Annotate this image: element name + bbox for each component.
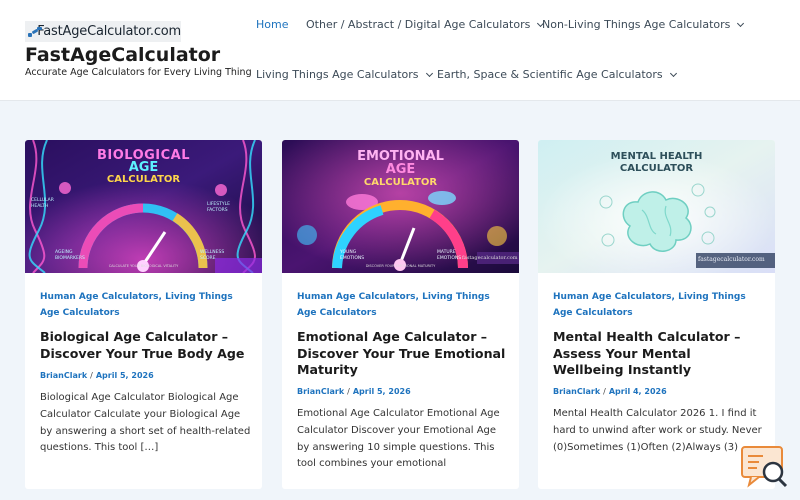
nav-item-label: Living Things Age Calculators: [256, 68, 419, 81]
post-date[interactable]: April 5, 2026: [353, 387, 411, 396]
thumb-watermark: fastagecalculator.com: [698, 256, 765, 263]
post-meta: BrianClark / April 5, 2026: [297, 387, 411, 396]
category-link[interactable]: Human Age Calculators: [297, 292, 416, 302]
thumbnail-title: MENTAL HEALTH CALCULATOR: [538, 151, 775, 175]
thumbnail-title: EMOTIONAL AGE CALCULATOR: [282, 150, 519, 189]
nav-living-things[interactable]: Living Things Age Calculators: [256, 68, 433, 81]
nav-non-living-things[interactable]: Non-Living Things Age Calculators: [542, 18, 745, 31]
thumb-label: CELLULAR HEALTH: [31, 198, 54, 209]
nav-home-label: Home: [256, 18, 289, 31]
thumb-footer: DISCOVER YOUR EMOTIONAL MATURITY: [365, 264, 436, 268]
post-author[interactable]: BrianClark: [40, 371, 87, 380]
chevron-down-icon: [669, 69, 677, 77]
nav-item-label: Non-Living Things Age Calculators: [542, 18, 731, 31]
thumb-line3: CALCULATOR: [106, 174, 181, 185]
thumbnail-title: BIOLOGICAL AGE CALCULATOR: [25, 149, 262, 186]
nav-home[interactable]: Home: [256, 18, 288, 31]
post-thumbnail[interactable]: EMOTIONAL AGE CALCULATOR YOUNG EMOTIONS …: [282, 140, 519, 273]
post-card: EMOTIONAL AGE CALCULATOR YOUNG EMOTIONS …: [282, 140, 519, 489]
post-title[interactable]: Mental Health Calculator – Assess Your M…: [553, 329, 765, 379]
post-categories: Human Age Calculators, Living Things Age…: [553, 292, 746, 318]
post-thumbnail[interactable]: MENTAL HEALTH CALCULATOR fastagecalculat…: [538, 140, 775, 273]
thumb-label: LIFESTYLE FACTORS: [207, 202, 230, 213]
nav-item-label: Earth, Space & Scientific Age Calculator…: [437, 68, 663, 81]
thumb-label: AGEING BIOMARKERS: [55, 250, 85, 261]
nav-other-abstract-digital[interactable]: Other / Abstract / Digital Age Calculato…: [306, 18, 545, 31]
post-excerpt: Biological Age Calculator Biological Age…: [40, 392, 251, 454]
thumb-line1: MENTAL HEALTH: [610, 151, 703, 162]
post-meta: BrianClark / April 4, 2026: [553, 387, 667, 396]
nav-earth-space-scientific[interactable]: Earth, Space & Scientific Age Calculator…: [437, 68, 677, 81]
thumb-footer: CALCULATE YOUR BIOLOGICAL VITALITY: [108, 264, 179, 268]
chat-search-icon[interactable]: [741, 446, 789, 488]
thumb-line2: AGE: [128, 160, 159, 175]
category-link[interactable]: Human Age Calculators: [553, 292, 672, 302]
post-excerpt: Mental Health Calculator 2026 1. I find …: [553, 408, 762, 453]
chevron-down-icon: [425, 69, 433, 77]
post-meta: BrianClark / April 5, 2026: [40, 371, 154, 380]
post-categories: Human Age Calculators, Living Things Age…: [40, 292, 233, 318]
post-title[interactable]: Emotional Age Calculator – Discover Your…: [297, 329, 509, 379]
site-tagline: Accurate Age Calculators for Every Livin…: [25, 67, 252, 78]
post-card: BIOLOGICAL AGE CALCULATOR CELLULAR HEALT…: [25, 140, 262, 489]
category-link[interactable]: Human Age Calculators: [40, 292, 159, 302]
post-author[interactable]: BrianClark: [553, 387, 600, 396]
site-title[interactable]: FastAgeCalculator: [25, 44, 220, 66]
thumb-line2: AGE: [385, 162, 416, 177]
post-thumbnail[interactable]: BIOLOGICAL AGE CALCULATOR CELLULAR HEALT…: [25, 140, 262, 273]
site-header: FastAgeCalculator.com FastAgeCalculator …: [0, 0, 800, 101]
post-title[interactable]: Biological Age Calculator – Discover You…: [40, 329, 252, 362]
post-date[interactable]: April 4, 2026: [609, 387, 667, 396]
chevron-down-icon: [737, 19, 745, 27]
post-date[interactable]: April 5, 2026: [96, 371, 154, 380]
post-card: MENTAL HEALTH CALCULATOR fastagecalculat…: [538, 140, 775, 489]
nav-item-label: Other / Abstract / Digital Age Calculato…: [306, 18, 531, 31]
post-excerpt: Emotional Age Calculator Emotional Age C…: [297, 408, 500, 470]
logo-text: FastAgeCalculator.com: [37, 24, 181, 39]
post-categories: Human Age Calculators, Living Things Age…: [297, 292, 490, 318]
site-logo[interactable]: FastAgeCalculator.com: [25, 21, 181, 42]
post-author[interactable]: BrianClark: [297, 387, 344, 396]
logo-chart-icon: [28, 26, 42, 38]
thumb-watermark: fastagecalculator.com: [462, 255, 518, 261]
thumb-line3: CALCULATOR: [363, 177, 438, 188]
thumb-line2: CALCULATOR: [619, 163, 694, 174]
thumb-label: WELLNESS SCORE: [200, 250, 225, 261]
thumb-label: YOUNG EMOTIONS: [340, 250, 365, 261]
